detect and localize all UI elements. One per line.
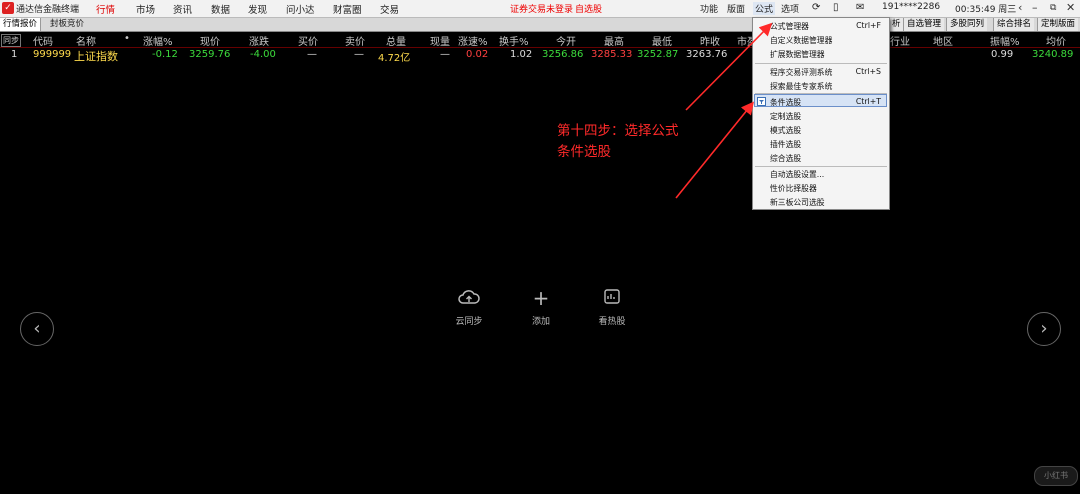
- prev-page-button[interactable]: ‹: [20, 312, 54, 346]
- hot-stocks-label[interactable]: 看热股: [582, 314, 642, 327]
- annotation-text: 第十四步：选择公式 条件选股: [557, 121, 679, 163]
- add-icon[interactable]: +: [521, 286, 561, 310]
- watermark-logo: 小红书: [1034, 466, 1078, 486]
- arrow-to-formula-menu: [685, 22, 773, 111]
- cloud-sync-icon[interactable]: [449, 288, 489, 311]
- arrow-to-condition-select: [675, 101, 755, 199]
- next-page-button[interactable]: ›: [1027, 312, 1061, 346]
- annotation-arrows: [675, 22, 773, 199]
- cloud-sync-label[interactable]: 云同步: [439, 314, 499, 327]
- annotation-line2: 条件选股: [557, 144, 611, 160]
- add-label[interactable]: 添加: [511, 314, 571, 327]
- annotation-line1: 第十四步：选择公式: [557, 123, 679, 139]
- hot-stocks-icon[interactable]: [592, 288, 632, 311]
